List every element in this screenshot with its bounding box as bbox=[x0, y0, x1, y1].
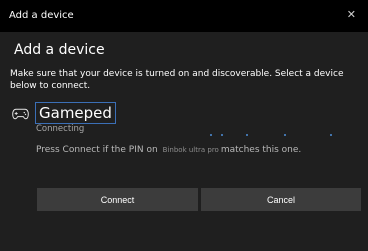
device-name[interactable]: Gameped bbox=[35, 102, 116, 124]
add-device-window: Add a device ✕ Add a device Make sure th… bbox=[0, 0, 368, 251]
instructions-text: Make sure that your device is turned on … bbox=[10, 69, 344, 91]
progress-dot bbox=[246, 134, 248, 136]
dialog-heading: Add a device bbox=[14, 42, 105, 58]
pin-suffix: matches this one. bbox=[220, 145, 302, 155]
window-title: Add a device bbox=[9, 10, 74, 21]
progress-dot bbox=[284, 134, 286, 136]
progress-indicator bbox=[210, 134, 340, 140]
close-icon[interactable]: ✕ bbox=[347, 9, 356, 21]
progress-dot bbox=[221, 134, 223, 136]
pin-prefix: Press Connect if the PIN on bbox=[36, 145, 158, 155]
pin-device-name: Binbok ultra pro bbox=[162, 146, 219, 154]
device-status: Connecting bbox=[36, 124, 85, 134]
cancel-button[interactable]: Cancel bbox=[201, 188, 361, 211]
title-bar: Add a device ✕ bbox=[0, 0, 368, 32]
pin-instruction: Press Connect if the PIN on Binbok ultra … bbox=[36, 145, 301, 155]
connect-button[interactable]: Connect bbox=[37, 188, 198, 211]
progress-dot bbox=[210, 134, 212, 136]
gamepad-icon bbox=[12, 108, 29, 120]
progress-dot bbox=[330, 134, 332, 136]
